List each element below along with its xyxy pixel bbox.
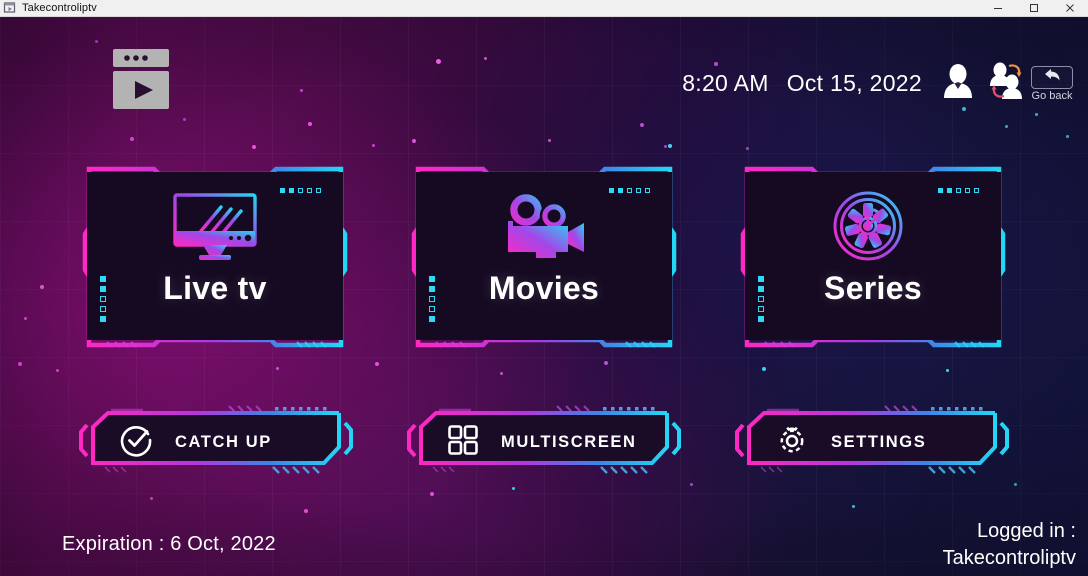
card-indicator-dots xyxy=(280,188,321,193)
minimize-button[interactable] xyxy=(980,0,1016,17)
button-label-catch-up: CATCH UP xyxy=(175,432,272,451)
back-arrow-icon xyxy=(1043,67,1062,87)
card-indicator-dots xyxy=(938,188,979,193)
clock: 8:20 AM Oct 15, 2022 xyxy=(682,70,922,97)
takecontroliptv-logo xyxy=(111,48,171,110)
card-live-tv[interactable]: Live tv xyxy=(79,166,351,348)
card-body-live-tv: Live tv xyxy=(87,172,343,340)
window-title: Takecontroliptv xyxy=(22,2,97,14)
button-content-catch-up: CATCH UP xyxy=(77,415,355,469)
current-time: 8:20 AM xyxy=(682,70,769,96)
header-right: 8:20 AM Oct 15, 2022 Go back xyxy=(682,61,1074,106)
card-side-dots xyxy=(758,276,764,322)
button-catch-up[interactable]: CATCH UP xyxy=(77,405,355,479)
switch-user-icon[interactable] xyxy=(986,61,1028,106)
card-label-series: Series xyxy=(824,270,922,306)
tv-icon xyxy=(163,190,267,266)
button-settings[interactable]: SETTINGS xyxy=(733,405,1011,479)
window-title-bar: Takecontroliptv xyxy=(0,0,1088,17)
go-back-button[interactable]: Go back xyxy=(1030,65,1074,102)
card-body-series: Series xyxy=(745,172,1001,340)
logged-in-label: Logged in : xyxy=(977,520,1076,542)
close-button[interactable] xyxy=(1052,0,1088,17)
go-back-label: Go back xyxy=(1031,89,1073,102)
expiration-text: Expiration : 6 Oct, 2022 xyxy=(62,533,276,555)
button-multiscreen[interactable]: MULTISCREEN xyxy=(405,405,683,479)
app-stage: 8:20 AM Oct 15, 2022 Go back Live tv Mov… xyxy=(0,17,1088,576)
card-series[interactable]: Series xyxy=(737,166,1009,348)
logged-in-block: Logged in : Takecontroliptv xyxy=(943,518,1076,572)
button-content-multiscreen: MULTISCREEN xyxy=(405,415,683,469)
card-side-dots xyxy=(100,276,106,322)
maximize-button[interactable] xyxy=(1016,0,1052,17)
button-label-settings: SETTINGS xyxy=(831,432,927,451)
film-reel-icon xyxy=(830,190,916,266)
card-indicator-dots xyxy=(609,188,650,193)
card-label-live-tv: Live tv xyxy=(163,270,267,306)
app-window-icon xyxy=(3,1,17,15)
button-label-multiscreen: MULTISCREEN xyxy=(501,432,637,451)
card-body-movies: Movies xyxy=(416,172,672,340)
movie-camera-icon xyxy=(494,190,594,266)
logged-in-user: Takecontroliptv xyxy=(942,547,1076,569)
button-content-settings: SETTINGS xyxy=(733,415,1011,469)
main-menu-cards: Live tv Movies Series xyxy=(0,166,1088,348)
user-icon[interactable] xyxy=(942,63,974,104)
current-date: Oct 15, 2022 xyxy=(786,70,922,96)
gear-icon xyxy=(775,423,809,462)
card-label-movies: Movies xyxy=(488,270,600,306)
card-movies[interactable]: Movies xyxy=(408,166,680,348)
grid-2x2-icon xyxy=(447,424,479,461)
card-side-dots xyxy=(429,276,435,322)
action-buttons-row: CATCH UP MULTISCREEN SETTINGS xyxy=(0,405,1088,479)
go-back-box[interactable] xyxy=(1031,65,1073,89)
check-circle-icon xyxy=(119,423,153,462)
